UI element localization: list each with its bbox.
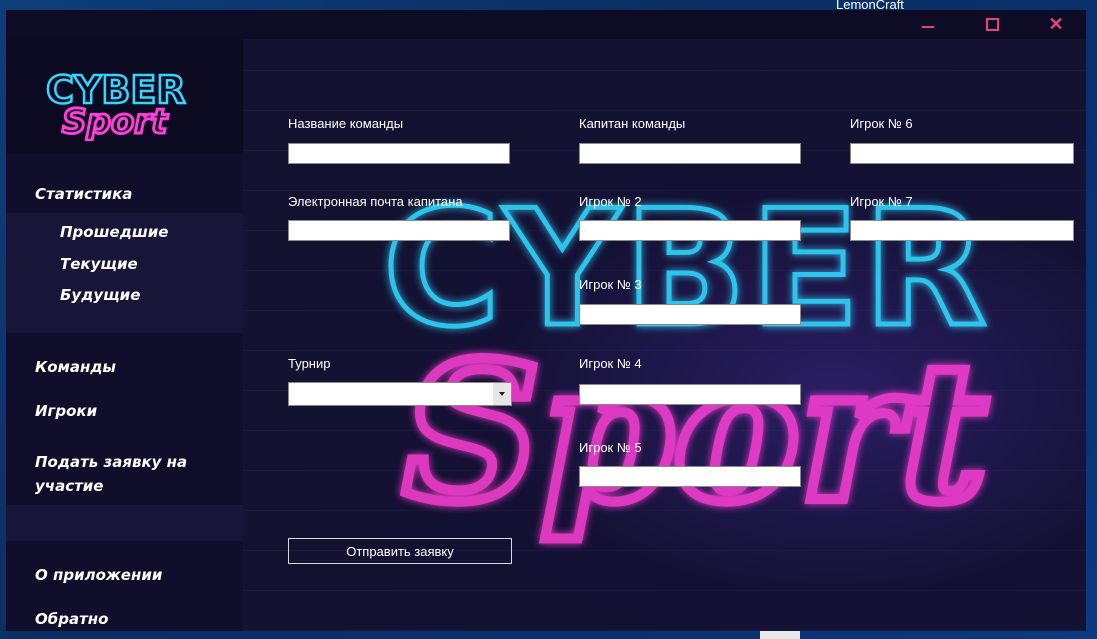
close-button[interactable]: ✕ bbox=[1032, 10, 1080, 39]
player4-label: Игрок № 4 bbox=[579, 356, 642, 371]
sidebar-item-apply-line2: участие bbox=[35, 477, 104, 495]
sidebar-item-players[interactable]: Игроки bbox=[35, 402, 235, 420]
tournament-label: Турнир bbox=[288, 356, 331, 371]
close-icon: ✕ bbox=[1048, 14, 1064, 34]
submit-application-button[interactable]: Отправить заявку bbox=[288, 538, 512, 564]
maximize-icon bbox=[985, 18, 999, 31]
player7-label: Игрок № 7 bbox=[850, 194, 913, 209]
minimize-button[interactable] bbox=[904, 10, 952, 39]
captain-input[interactable] bbox=[579, 143, 801, 164]
player3-input[interactable] bbox=[579, 304, 801, 325]
logo-text-bottom: Sport bbox=[62, 102, 169, 141]
player3-label: Игрок № 3 bbox=[579, 277, 642, 292]
sidebar-item-apply[interactable]: Подать заявку на участие bbox=[35, 453, 235, 495]
player2-input[interactable] bbox=[579, 220, 801, 241]
title-bar: ✕ bbox=[6, 10, 1086, 39]
captain-email-label: Электронная почта капитана bbox=[288, 194, 463, 209]
sidebar-item-apply-line1: Подать заявку на bbox=[35, 453, 188, 471]
sidebar-item-statistics[interactable]: Статистика bbox=[35, 185, 235, 203]
team-name-input[interactable] bbox=[288, 143, 510, 164]
maximize-button[interactable] bbox=[968, 10, 1016, 39]
player7-input[interactable] bbox=[850, 220, 1074, 241]
sidebar-item-current[interactable]: Текущие bbox=[60, 255, 230, 273]
sidebar-item-back[interactable]: Обратно bbox=[35, 610, 235, 628]
captain-label: Капитан команды bbox=[579, 116, 686, 131]
tournament-select[interactable] bbox=[288, 382, 512, 406]
sidebar: CYBER Sport Статистика Прошедшие Текущие… bbox=[6, 39, 243, 631]
app-window: ✕ CYBER Sport Статистика Прошедшие Текущ… bbox=[6, 10, 1086, 631]
player6-input[interactable] bbox=[850, 143, 1074, 164]
logo-area: CYBER Sport bbox=[6, 39, 243, 153]
sidebar-item-future[interactable]: Будущие bbox=[60, 286, 230, 304]
sidebar-submenu: Прошедшие Текущие Будущие bbox=[6, 213, 243, 333]
chevron-down-icon[interactable] bbox=[493, 383, 511, 405]
main-content: CYBER Sport Название команды Электронная… bbox=[243, 39, 1086, 631]
team-name-label: Название команды bbox=[288, 116, 404, 131]
sidebar-item-teams[interactable]: Команды bbox=[35, 358, 235, 376]
sidebar-item-past[interactable]: Прошедшие bbox=[60, 223, 230, 241]
sidebar-item-about[interactable]: О приложении bbox=[35, 566, 235, 584]
logo: CYBER Sport bbox=[45, 67, 187, 141]
captain-email-input[interactable] bbox=[288, 220, 510, 241]
player2-label: Игрок № 2 bbox=[579, 194, 642, 209]
background-word-sport: Sport bbox=[403, 321, 988, 544]
minimize-icon bbox=[922, 25, 934, 28]
player6-label: Игрок № 6 bbox=[850, 116, 913, 131]
player4-input[interactable] bbox=[579, 384, 801, 405]
player5-label: Игрок № 5 bbox=[579, 440, 642, 455]
player5-input[interactable] bbox=[579, 466, 801, 487]
sidebar-spacer bbox=[6, 505, 243, 541]
